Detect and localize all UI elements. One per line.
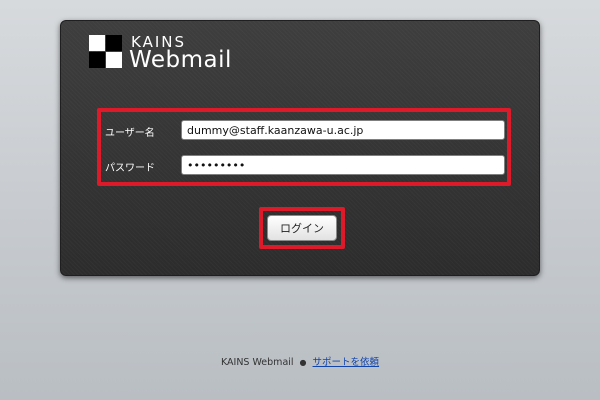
support-request-link[interactable]: サポートを依頼 xyxy=(313,357,380,368)
footer-app-name: KAINS Webmail xyxy=(220,357,294,368)
footer: KAINS Webmail ● サポートを依頼 xyxy=(0,354,600,368)
checker-logo-icon xyxy=(89,35,123,69)
username-label: ユーザー名 xyxy=(105,128,155,139)
footer-separator: ● xyxy=(299,358,307,367)
login-highlight: ログイン xyxy=(259,207,345,249)
password-field[interactable] xyxy=(181,155,505,175)
username-field[interactable] xyxy=(181,120,505,140)
login-panel: KAINS Webmail ユーザー名 パスワード ログイン xyxy=(60,20,540,276)
credentials-highlight: ユーザー名 パスワード xyxy=(97,108,511,186)
login-button[interactable]: ログイン xyxy=(267,215,337,241)
logo-title-webmail: Webmail xyxy=(129,47,232,73)
password-label: パスワード xyxy=(105,163,155,174)
